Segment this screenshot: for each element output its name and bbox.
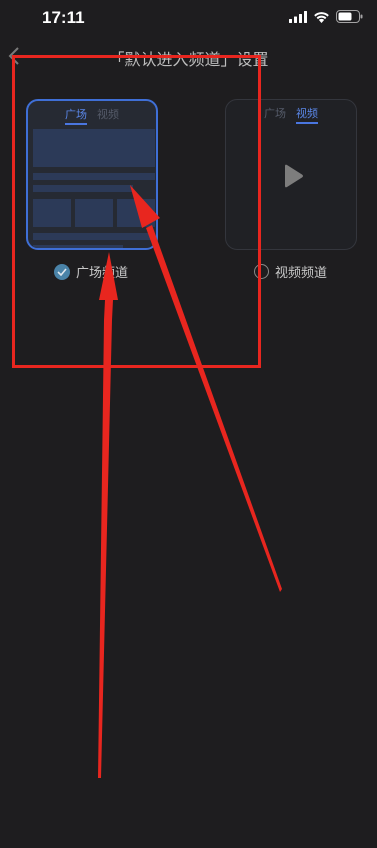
annotation-arrowhead — [130, 185, 160, 228]
screen: 17:11 「默认进入频道」设置 广场 视频 广场频道 广场 视频 视频频道 — [0, 0, 377, 848]
annotation-arrows — [98, 185, 282, 778]
annotation-arrow — [98, 300, 113, 778]
annotation-arrowhead — [99, 252, 118, 300]
annotation-arrow — [146, 225, 282, 592]
